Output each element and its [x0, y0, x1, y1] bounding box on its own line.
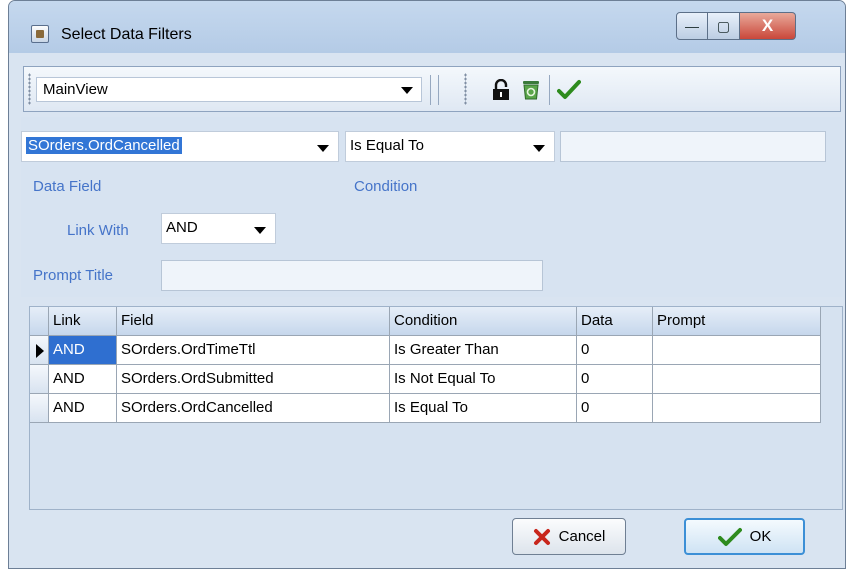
view-select-value: MainView: [43, 81, 108, 98]
ok-button-label: OK: [749, 528, 772, 545]
data-value-input[interactable]: [560, 131, 826, 162]
view-select[interactable]: MainView: [36, 77, 422, 102]
column-header-field[interactable]: Field: [117, 307, 390, 336]
filter-panel: SOrders.OrdCancelled Is Equal To Data Fi…: [21, 117, 843, 297]
cancel-button-label: Cancel: [558, 528, 606, 545]
chevron-down-icon: [317, 145, 329, 152]
cancel-button[interactable]: Cancel: [512, 518, 626, 555]
dialog-window: Select Data Filters — ▢ X MainView SOrde…: [8, 0, 846, 569]
close-icon: [533, 528, 550, 545]
cell-prompt[interactable]: [653, 365, 821, 394]
toolbar-grip[interactable]: [464, 73, 467, 105]
chevron-down-icon: [533, 145, 545, 152]
cell-condition[interactable]: Is Not Equal To: [390, 365, 577, 394]
chevron-down-icon: [401, 87, 413, 94]
cell-link[interactable]: AND: [49, 336, 117, 365]
data-field-label: Data Field: [33, 178, 102, 195]
column-header-condition[interactable]: Condition: [390, 307, 577, 336]
data-field-value: SOrders.OrdCancelled: [26, 137, 182, 154]
cell-field[interactable]: SOrders.OrdTimeTtl: [117, 336, 390, 365]
row-selector[interactable]: [30, 336, 49, 365]
close-button[interactable]: X: [740, 12, 796, 40]
minimize-button[interactable]: —: [676, 12, 708, 40]
maximize-button[interactable]: ▢: [708, 12, 740, 40]
cell-condition[interactable]: Is Equal To: [390, 394, 577, 423]
column-header-link[interactable]: Link: [49, 307, 117, 336]
minimize-icon: —: [685, 18, 699, 34]
checkmark-icon: [717, 527, 742, 546]
toolbar-separator: [430, 75, 431, 105]
prompt-title-input[interactable]: [161, 260, 543, 291]
cell-field[interactable]: SOrders.OrdSubmitted: [117, 365, 390, 394]
column-header-prompt[interactable]: Prompt: [653, 307, 821, 336]
toolbar: MainView: [23, 66, 841, 112]
condition-label: Condition: [354, 178, 418, 195]
ok-button[interactable]: OK: [684, 518, 805, 555]
row-header-corner: [30, 307, 49, 336]
cell-data[interactable]: 0: [577, 365, 653, 394]
link-with-label: Link With: [67, 222, 129, 239]
cell-prompt[interactable]: [653, 336, 821, 365]
toolbar-separator: [438, 75, 439, 105]
close-icon: X: [761, 16, 774, 35]
lock-button[interactable]: [488, 77, 514, 103]
column-header-data[interactable]: Data: [577, 307, 653, 336]
caption-buttons: — ▢ X: [676, 12, 796, 40]
filters-grid: Link Field Condition Data Prompt AND SOr…: [29, 306, 843, 510]
maximize-icon: ▢: [716, 17, 731, 34]
link-with-value: AND: [166, 219, 198, 236]
link-with-select[interactable]: AND: [161, 213, 276, 244]
window-title: Select Data Filters: [61, 26, 192, 43]
cell-condition[interactable]: Is Greater Than: [390, 336, 577, 365]
recycle-bin-icon: [523, 81, 539, 100]
app-icon: [31, 25, 49, 43]
cell-link[interactable]: AND: [49, 365, 117, 394]
cell-data[interactable]: 0: [577, 336, 653, 365]
toolbar-separator: [549, 75, 550, 105]
condition-select[interactable]: Is Equal To: [345, 131, 555, 162]
cell-prompt[interactable]: [653, 394, 821, 423]
prompt-title-label: Prompt Title: [33, 267, 114, 284]
recycle-bin-button[interactable]: [518, 77, 544, 103]
cell-data[interactable]: 0: [577, 394, 653, 423]
apply-button[interactable]: [556, 77, 582, 103]
row-selector[interactable]: [30, 394, 49, 423]
chevron-down-icon: [254, 227, 266, 234]
checkmark-icon: [557, 80, 581, 99]
cell-link[interactable]: AND: [49, 394, 117, 423]
data-field-select[interactable]: SOrders.OrdCancelled: [21, 131, 339, 162]
condition-value: Is Equal To: [350, 137, 424, 154]
row-selector[interactable]: [30, 365, 49, 394]
title-bar[interactable]: Select Data Filters — ▢ X: [9, 1, 845, 53]
lock-icon: [493, 79, 509, 100]
cell-field[interactable]: SOrders.OrdCancelled: [117, 394, 390, 423]
toolbar-grip[interactable]: [28, 73, 31, 105]
